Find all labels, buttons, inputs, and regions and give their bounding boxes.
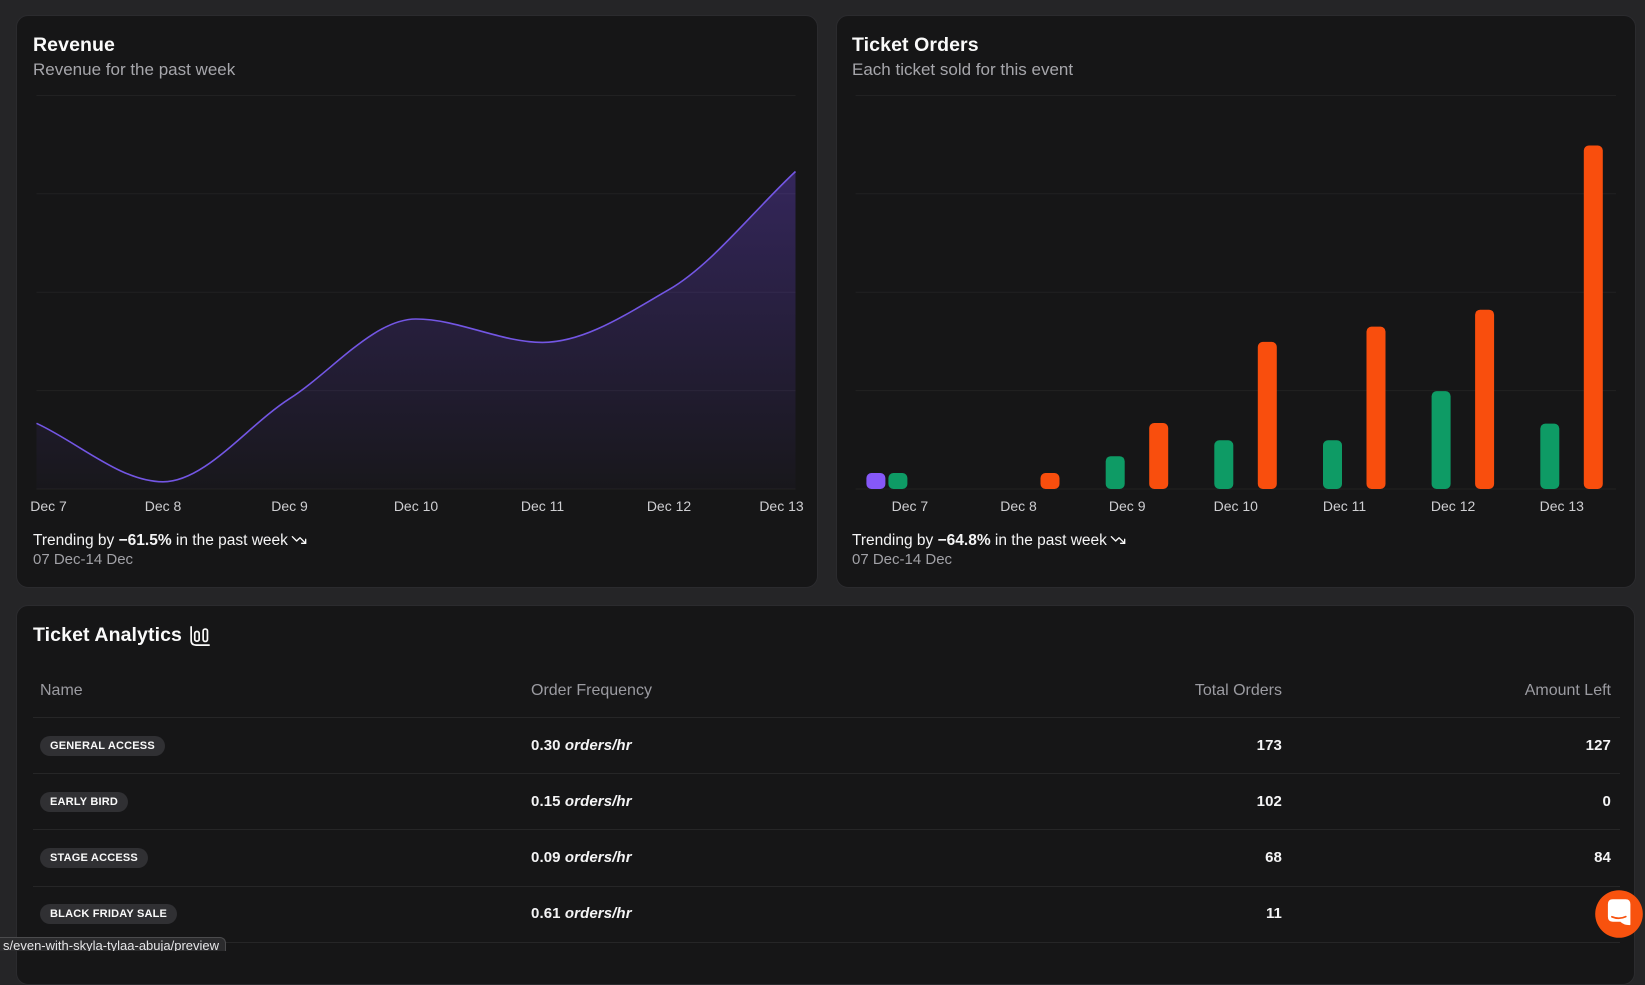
svg-text:Dec 8: Dec 8	[1000, 498, 1037, 514]
svg-text:Dec 11: Dec 11	[521, 498, 565, 514]
svg-text:Dec 12: Dec 12	[1431, 498, 1476, 514]
svg-text:Dec 12: Dec 12	[647, 498, 692, 514]
svg-text:Dec 9: Dec 9	[271, 498, 308, 514]
svg-text:Dec 11: Dec 11	[1323, 498, 1367, 514]
svg-text:Dec 10: Dec 10	[394, 498, 439, 514]
svg-text:Dec 7: Dec 7	[30, 498, 67, 514]
svg-text:Dec 7: Dec 7	[892, 498, 929, 514]
svg-text:Dec 10: Dec 10	[1214, 498, 1259, 514]
svg-text:Dec 13: Dec 13	[759, 498, 804, 514]
svg-text:Dec 8: Dec 8	[145, 498, 182, 514]
svg-text:Dec 9: Dec 9	[1109, 498, 1146, 514]
svg-text:Dec 13: Dec 13	[1540, 498, 1585, 514]
